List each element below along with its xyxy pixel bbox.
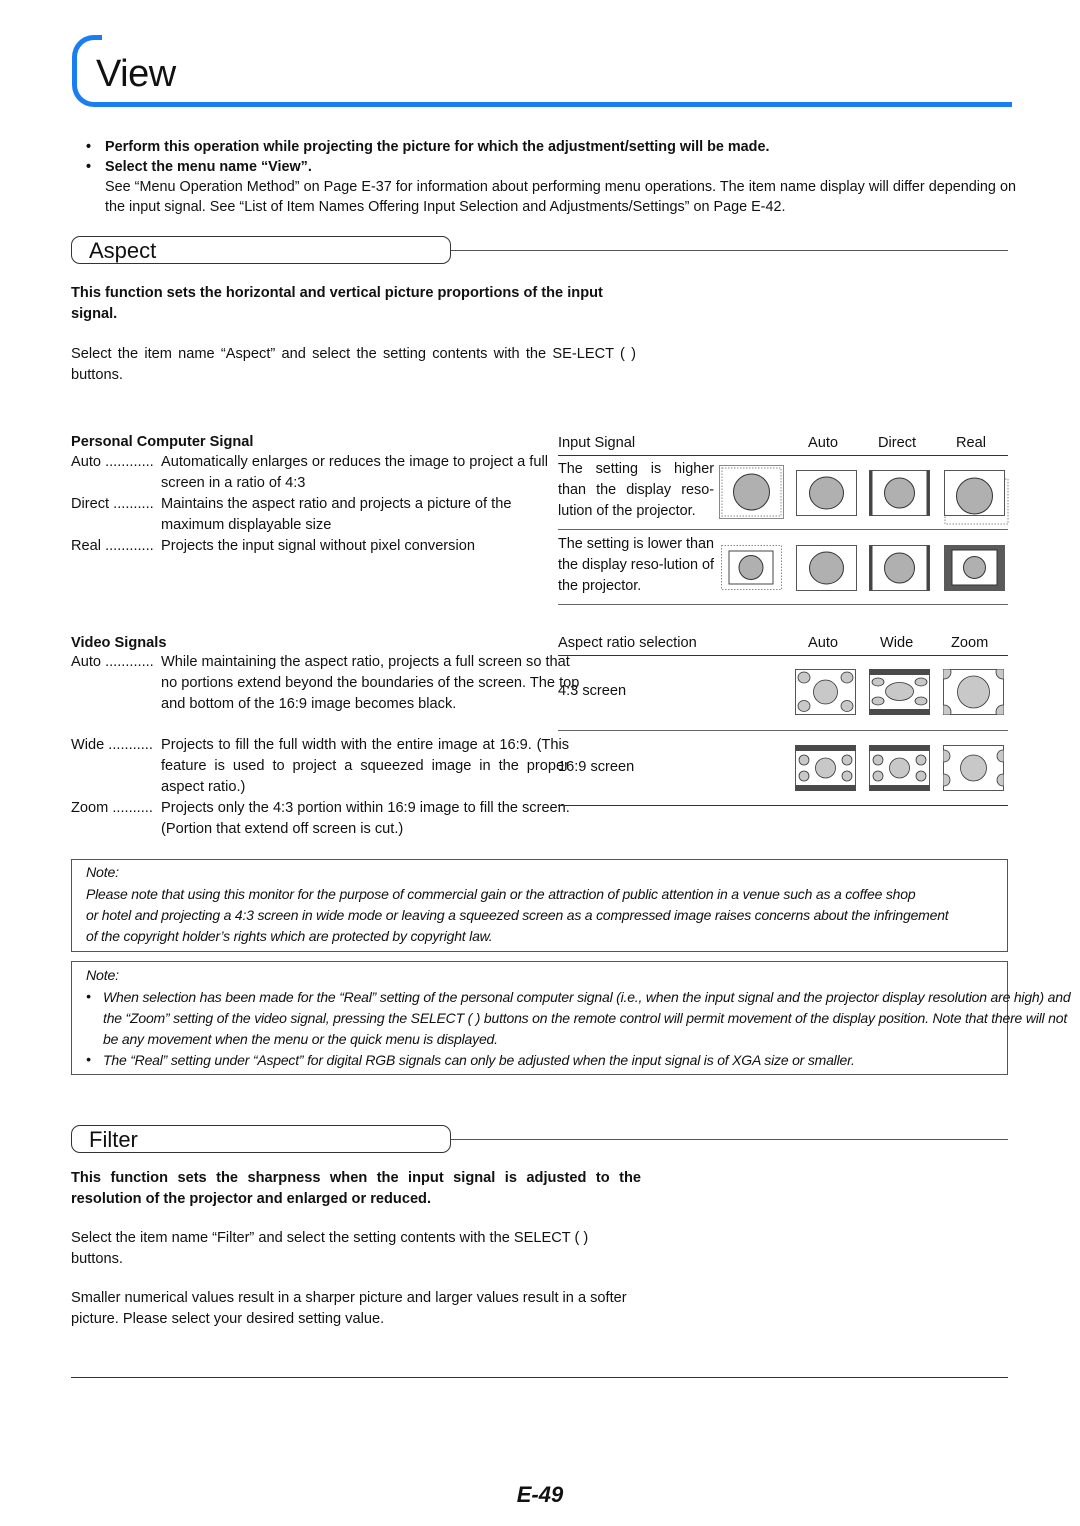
pc-table-header-auto: Auto [808, 435, 839, 451]
note-line: Please note that using this monitor for … [86, 886, 916, 902]
video-def-wide: Wide ........... Projects to fill the fu… [71, 735, 581, 795]
video-def-term: Zoom .......... [71, 800, 153, 816]
video-table-row-label: 16:9 screen [558, 759, 635, 775]
video-def-desc: Projects only the 4:3 portion within 16:… [161, 800, 570, 837]
view-title-frame [72, 35, 1022, 107]
pc-def-desc: Maintains the aspect ratio and projects … [161, 496, 512, 533]
pc-table-header-real: Real [956, 435, 987, 451]
pc-table-header-input: Input Signal [558, 435, 636, 451]
pc-def-real: Real ............ Projects the input sig… [71, 536, 571, 557]
video-table-rule [558, 655, 1008, 657]
video-169-wide-diagram [869, 745, 930, 791]
note-bullet: • The “Real” setting under “Aspect” for … [86, 1050, 1076, 1071]
bottom-rule [71, 1377, 1008, 1379]
pc-low-input-diagram [721, 545, 782, 590]
filter-instruction: Select the item name “Filter” and select… [71, 1230, 589, 1267]
aspect-heading-pill: Aspect [71, 236, 451, 264]
note-title: Note: [86, 968, 119, 984]
pc-low-direct-diagram [869, 545, 930, 591]
intro-bullet-2: Select the menu name “View”. [86, 157, 1016, 177]
pc-def-term: Auto ............ [71, 454, 154, 470]
video-table-header-auto: Auto [808, 635, 839, 651]
filter-heading: Filter [89, 1127, 138, 1152]
video-def-zoom: Zoom .......... Projects only the 4:3 po… [71, 798, 581, 837]
pc-table-header-direct: Direct [878, 435, 917, 451]
pc-table-row-label: The setting is higher than the display r… [558, 461, 714, 519]
filter-summary: This function sets the sharpness when th… [71, 1170, 641, 1207]
aspect-heading: Aspect [89, 238, 157, 263]
bullet-icon: • [86, 989, 91, 1005]
video-table-header-selection: Aspect ratio selection [558, 635, 697, 651]
video-signals-heading: Video Signals [71, 635, 167, 651]
note-box-copyright: Note: Please note that using this monito… [71, 859, 1008, 952]
video-table-row-label: 4:3 screen [558, 683, 627, 699]
note-bullet-text: The “Real” setting under “Aspect” for di… [103, 1052, 855, 1068]
note-bullet: • When selection has been made for the “… [86, 987, 1076, 1050]
video-def-term: Auto ............ [71, 654, 154, 670]
video-43-wide-diagram [869, 669, 930, 715]
intro-section: Perform this operation while projecting … [86, 137, 1016, 217]
video-table-rule [558, 805, 1008, 807]
video-def-auto: Auto ............ While maintaining the … [71, 652, 581, 712]
filter-heading-pill: Filter [71, 1125, 451, 1153]
note-bullet-text: When selection has been made for the “Re… [103, 989, 1071, 1047]
pc-def-auto: Auto ............ Automatically enlarges… [71, 452, 571, 491]
pc-low-auto-diagram [796, 545, 857, 591]
pc-def-term: Direct .......... [71, 496, 154, 512]
video-def-desc: While maintaining the aspect ratio, proj… [161, 654, 580, 712]
pc-high-input-diagram [719, 465, 784, 519]
intro-paragraph: See “Menu Operation Method” on Page E-37… [105, 179, 1016, 215]
pc-low-real-diagram [944, 545, 1005, 591]
aspect-instruction: Select the item name “Aspect” and select… [71, 346, 636, 383]
pc-table-rule [558, 604, 1008, 606]
note-line: or hotel and projecting a 4:3 screen in … [86, 907, 949, 923]
note-line: of the copyright holder’s rights which a… [86, 928, 493, 944]
filter-heading-rule [451, 1139, 1008, 1140]
pc-def-desc: Projects the input signal without pixel … [161, 538, 475, 554]
pc-high-real-diagram [944, 470, 1009, 525]
note-title: Note: [86, 865, 119, 881]
pc-high-direct-diagram [869, 470, 930, 516]
pc-def-direct: Direct .......... Maintains the aspect r… [71, 494, 571, 533]
bullet-icon: • [86, 1052, 91, 1068]
pc-def-term: Real ............ [71, 538, 154, 554]
intro-bullet-1: Perform this operation while projecting … [86, 137, 1016, 157]
video-169-auto-diagram [795, 745, 856, 791]
aspect-heading-rule [451, 250, 1008, 251]
pc-table-rule [558, 529, 1008, 531]
pc-table-row-label: The setting is lower than the display re… [558, 536, 714, 594]
video-43-auto-diagram [795, 669, 856, 715]
filter-detail: Smaller numerical values result in a sha… [71, 1290, 627, 1327]
page-title: View [96, 53, 176, 95]
video-def-desc: Projects to fill the full width with the… [161, 737, 569, 795]
pc-signal-heading: Personal Computer Signal [71, 434, 254, 450]
page-number: E-49 [516, 1482, 564, 1507]
video-43-zoom-diagram [943, 669, 1004, 715]
pc-high-auto-diagram [796, 470, 857, 516]
video-def-term: Wide ........... [71, 737, 153, 753]
pc-table-rule [558, 455, 1008, 457]
video-table-header-wide: Wide [880, 635, 914, 651]
aspect-summary: This function sets the horizontal and ve… [71, 285, 603, 322]
video-table-header-zoom: Zoom [951, 635, 989, 651]
video-169-zoom-diagram [943, 745, 1004, 791]
pc-def-desc: Automatically enlarges or reduces the im… [161, 454, 548, 491]
video-table-rule [558, 730, 1008, 732]
note-box-display-position: Note: • When selection has been made for… [71, 961, 1071, 1075]
